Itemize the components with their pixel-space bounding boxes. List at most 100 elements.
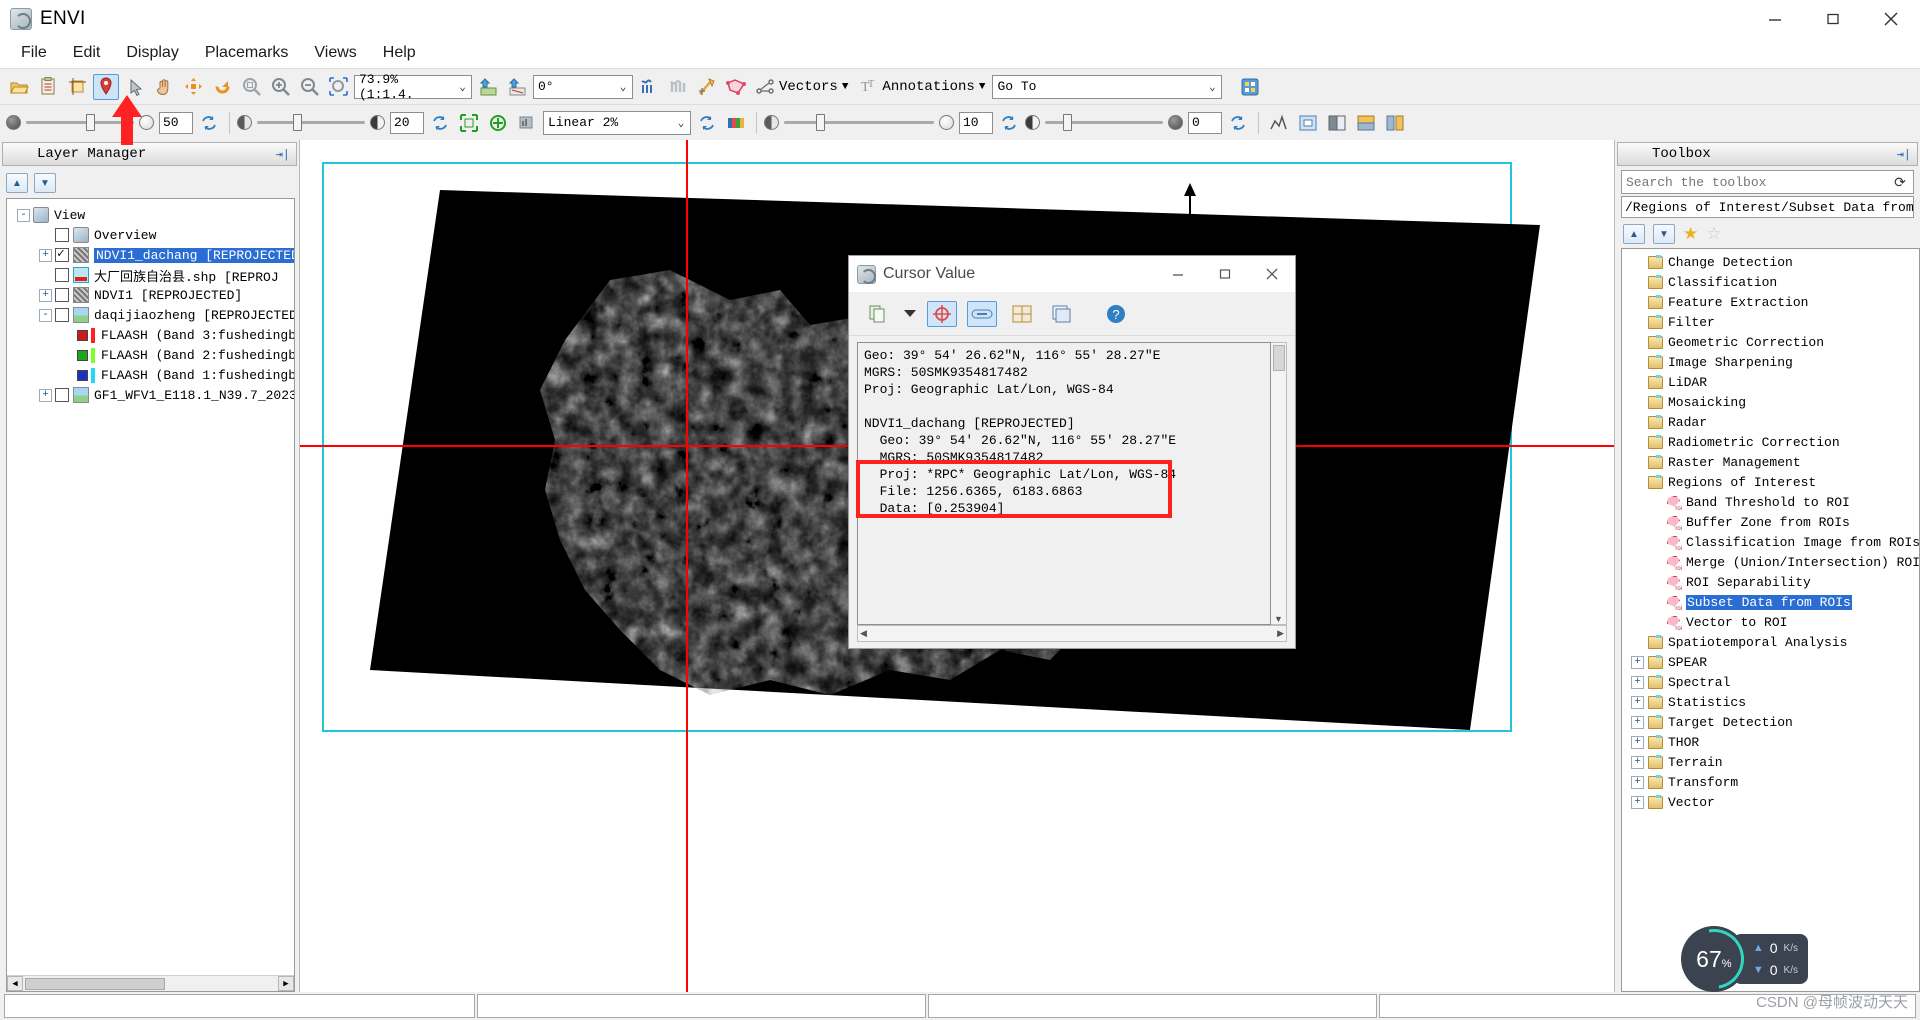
layer-tree-item[interactable]: + NDVI1_dachang [REPROJECTED] [11, 245, 294, 265]
layer-tree-item[interactable]: FLAASH (Band 1:fushedingbi [11, 365, 294, 385]
dialog-hscrollbar[interactable]: ◀ ▶ [857, 625, 1287, 642]
toolbox-category-item[interactable]: Classification [1622, 272, 1919, 292]
layer-tree-item[interactable]: 大厂回族自治县.shp [REPROJ [11, 265, 294, 285]
brightness-slider[interactable] [257, 114, 365, 131]
histogram-stretch-icon[interactable] [514, 110, 540, 136]
zoom-out-icon[interactable] [296, 74, 322, 100]
toolbox-category-item[interactable]: + Transform [1622, 772, 1919, 792]
menu-edit[interactable]: Edit [62, 41, 112, 65]
collapse-icon[interactable]: - [39, 308, 52, 322]
refresh-icon[interactable]: ⟳ [1887, 174, 1913, 191]
go-to-map-icon[interactable] [504, 74, 530, 100]
toolbox-category-item[interactable]: + Spectral [1622, 672, 1919, 692]
blend-views-icon[interactable] [1353, 110, 1379, 136]
layer-visibility-checkbox[interactable] [55, 246, 69, 262]
toolbox-tool-item[interactable]: Classification Image from ROIs [1622, 532, 1919, 552]
layer-tree-hscrollbar[interactable]: ◀ ▶ [7, 975, 294, 991]
expand-icon[interactable]: + [39, 288, 52, 302]
copy-icon[interactable] [863, 301, 893, 327]
layer-visibility-checkbox[interactable] [55, 268, 69, 282]
toolbox-category-item[interactable]: Geometric Correction [1622, 332, 1919, 352]
go-to-image-icon[interactable] [475, 74, 501, 100]
refresh-stretch-icon[interactable] [694, 110, 720, 136]
brightness-value[interactable]: 20 [390, 111, 424, 134]
zoom-fit-icon[interactable] [238, 74, 264, 100]
transparency-value[interactable]: 50 [159, 111, 193, 134]
refresh-contrast-icon[interactable] [1225, 110, 1251, 136]
expand-icon[interactable]: + [39, 248, 52, 262]
scroll-left-icon[interactable]: ◀ [860, 628, 867, 639]
toolbox-category-item[interactable]: Mosaicking [1622, 392, 1919, 412]
menu-file[interactable]: File [10, 41, 58, 65]
annotations-dropdown[interactable]: TT Annotations ▼ [855, 78, 989, 96]
menu-help[interactable]: Help [372, 41, 427, 65]
expand-icon[interactable]: + [1631, 735, 1644, 749]
slider-thumb[interactable] [86, 114, 95, 131]
expand-icon[interactable]: + [39, 388, 52, 402]
toolbox-category-item[interactable]: + Vector [1622, 792, 1919, 812]
scroll-right-icon[interactable]: ▶ [278, 976, 294, 991]
expand-icon[interactable]: + [1631, 715, 1644, 729]
expand-icon[interactable]: + [1631, 775, 1644, 789]
refresh-brightness-icon[interactable] [427, 110, 453, 136]
help-icon[interactable]: ? [1101, 301, 1131, 327]
split-view-icon[interactable] [1324, 110, 1350, 136]
crosshair-cursor-icon[interactable] [694, 74, 720, 100]
toolbox-category-item[interactable]: + THOR [1622, 732, 1919, 752]
layer-tree-item[interactable]: + GF1_WFV1_E118.1_N39.7_20230 [11, 385, 294, 405]
layers-icon[interactable] [1047, 301, 1077, 327]
chevron-down-icon[interactable]: ▼ [1653, 224, 1675, 244]
open-file-icon[interactable] [6, 74, 32, 100]
profile-chart-icon[interactable] [1266, 110, 1292, 136]
toolbox-category-item[interactable]: Image Sharpening [1622, 352, 1919, 372]
layer-tree-item[interactable]: - daqijiaozheng [REPROJECTED] [11, 305, 294, 325]
compare-views-icon[interactable] [1382, 110, 1408, 136]
toolbox-category-item[interactable]: Spatiotemporal Analysis [1622, 632, 1919, 652]
link-views-icon[interactable] [967, 300, 997, 327]
collapse-icon[interactable]: - [17, 208, 30, 222]
toolbox-category-item[interactable]: LiDAR [1622, 372, 1919, 392]
chevron-up-icon[interactable]: ▲ [1623, 224, 1645, 244]
toolbox-category-item[interactable]: Feature Extraction [1622, 292, 1919, 312]
pin-panel-icon[interactable]: ⇥| [276, 147, 290, 162]
chip-icon[interactable] [665, 74, 691, 100]
menu-display[interactable]: Display [115, 41, 189, 65]
toolbox-category-item[interactable]: Change Detection [1622, 252, 1919, 272]
color-table-icon[interactable] [723, 110, 749, 136]
search-input[interactable] [1622, 172, 1887, 192]
network-speed-widget[interactable]: 67% ▲ 0 K/s ▼ 0 K/s [1680, 926, 1808, 992]
layer-tree-item[interactable]: + NDVI1 [REPROJECTED] [11, 285, 294, 305]
menu-placemarks[interactable]: Placemarks [194, 41, 300, 65]
expand-icon[interactable]: + [1631, 675, 1644, 689]
toolbox-category-item[interactable]: + Target Detection [1622, 712, 1919, 732]
rotate-icon[interactable] [209, 74, 235, 100]
star-add-icon[interactable]: ★ [1683, 224, 1698, 244]
toolbox-category-item[interactable]: + SPEAR [1622, 652, 1919, 672]
toolbox-category-item[interactable]: Radar [1622, 412, 1919, 432]
move-icon[interactable] [180, 74, 206, 100]
dialog-vscrollbar[interactable]: ▲ ▼ [1271, 342, 1287, 625]
sharpen-value[interactable]: 10 [959, 111, 993, 134]
expand-icon[interactable]: + [1631, 695, 1644, 709]
sharpen-slider[interactable] [784, 114, 934, 131]
extensions-icon[interactable] [1237, 74, 1263, 100]
pin-panel-icon[interactable]: ⇥| [1897, 147, 1911, 162]
go-to-combobox[interactable]: Go To ⌄ [992, 74, 1223, 99]
close-icon[interactable] [1862, 0, 1920, 38]
slider-thumb[interactable] [293, 114, 302, 131]
toolbox-tree[interactable]: Change Detection Classification Feature Ex… [1621, 248, 1920, 992]
layer-tree-item[interactable]: - View [11, 205, 294, 225]
chevron-down-icon[interactable]: ▼ [34, 173, 56, 193]
crop-icon[interactable] [64, 74, 90, 100]
toolbox-category-item[interactable]: Raster Management [1622, 452, 1919, 472]
portal-view-icon[interactable] [1295, 110, 1321, 136]
hscroll-thumb[interactable] [25, 977, 165, 990]
toolbox-category-item[interactable]: + Terrain [1622, 752, 1919, 772]
maximize-icon[interactable] [1804, 0, 1862, 38]
layer-visibility-checkbox[interactable] [55, 288, 69, 302]
minimize-icon[interactable] [1746, 0, 1804, 38]
minimize-icon[interactable] [1154, 256, 1201, 292]
toolbox-category-item[interactable]: + Statistics [1622, 692, 1919, 712]
close-icon[interactable] [1248, 256, 1295, 292]
layer-visibility-checkbox[interactable] [55, 308, 69, 322]
